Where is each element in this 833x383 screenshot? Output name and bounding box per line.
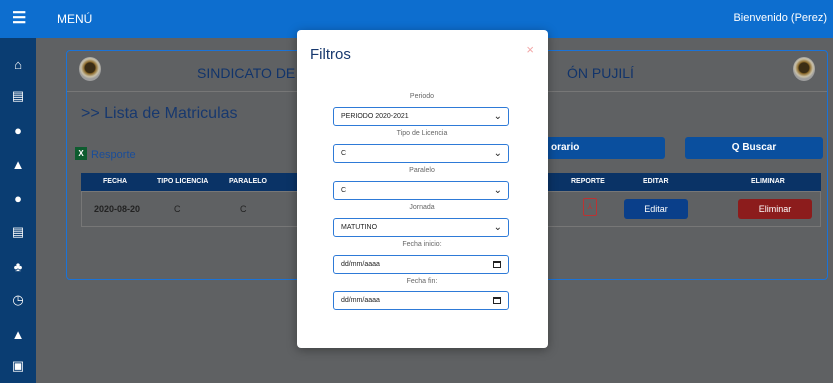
fecha-inicio-label: Fecha inicio: [402,241,442,248]
sidebar-item-students[interactable]: ● [0,180,36,216]
graduation-icon: ▲ [11,156,25,172]
col-eliminar: ELIMINAR [751,178,785,185]
fecha-fin-value: dd/mm/aaaa [341,297,380,304]
paralelo-value: C [341,187,347,194]
sidebar-item-schedule[interactable]: ◷ [0,282,36,318]
sidebar: ⌂ ▤ ● ▲ ● ▤ ♣ ◷ ▲ ▣ [0,38,36,383]
cell-paralelo: C [240,204,247,214]
periodo-value: PERIODO 2020-2021 [341,113,409,120]
fecha-fin-input[interactable]: dd/mm/aaaa [333,291,509,310]
copy-2-icon: ▤ [11,224,25,239]
menu-icon[interactable]: ☰ [12,8,26,28]
fecha-inicio-input[interactable]: dd/mm/aaaa [333,255,509,274]
jornada-select[interactable]: MATUTINO ⌄ [333,218,509,237]
fecha-fin-label: Fecha fin: [406,278,438,285]
header-title-right: ÓN PUJILÍ [567,65,634,81]
search-button[interactable]: Q Buscar [685,137,823,159]
col-fecha: FECHA [103,178,128,185]
menu-label[interactable]: MENÚ [57,12,92,26]
edit-button[interactable]: Editar [624,199,688,219]
sidebar-item-courses[interactable]: ▲ [0,146,36,182]
copy-icon: ▤ [11,88,25,103]
periodo-select[interactable]: PERIODO 2020-2021 ⌄ [333,107,509,126]
chevron-down-icon: ⌄ [493,111,502,122]
col-editar: EDITAR [643,178,669,185]
paralelo-label: Paralelo [409,167,435,174]
user-2-icon: ● [14,190,22,206]
sidebar-item-users[interactable]: ● [0,112,36,148]
cell-fecha: 2020-08-20 [94,204,141,214]
tipo-licencia-value: C [341,150,347,157]
group-icon: ♣ [13,258,23,274]
sidebar-item-gallery[interactable]: ▣ [0,348,36,383]
clock-icon: ◷ [12,292,24,307]
excel-icon[interactable]: X [75,147,87,160]
sidebar-item-groups[interactable]: ♣ [0,248,36,284]
filters-modal: Filtros × Periodo PERIODO 2020-2021 ⌄ Ti… [297,30,548,348]
home-icon: ⌂ [14,56,22,72]
union-logo-left [79,57,101,81]
col-reporte: REPORTE [571,178,605,185]
col-tipo-licencia: TIPO LICENCIA [157,178,209,185]
image-icon: ▣ [11,358,25,373]
sidebar-item-files[interactable]: ▤ [0,214,36,250]
welcome-user[interactable]: Bienvenido (Perez) [733,12,827,24]
page-title: >> Lista de Matriculas [81,105,238,122]
periodo-label: Periodo [409,93,435,100]
chevron-down-icon: ⌄ [493,148,502,159]
cell-tipo: C [174,204,181,214]
report-link[interactable]: Resporte [91,149,136,161]
chevron-down-icon: ⌄ [493,222,502,233]
sidebar-item-reports[interactable]: ▲ [0,316,36,352]
pdf-icon[interactable]: ⅄ [583,198,597,216]
union-logo-right [793,57,815,81]
user-icon: ● [14,122,22,138]
modal-title: Filtros [310,46,351,63]
chart-icon: ▲ [11,326,25,342]
schedule-button[interactable]: orario [537,137,665,159]
paralelo-select[interactable]: C ⌄ [333,181,509,200]
header-title-left: SINDICATO DE [197,65,296,81]
jornada-value: MATUTINO [341,224,378,231]
calendar-icon[interactable] [493,261,501,268]
close-icon[interactable]: × [526,42,534,57]
sidebar-item-documents[interactable]: ▤ [0,78,36,114]
sidebar-item-home[interactable]: ⌂ [0,46,36,82]
calendar-icon[interactable] [493,297,501,304]
tipo-licencia-label: Tipo de Licencia [396,130,448,137]
col-paralelo: PARALELO [229,178,267,185]
tipo-licencia-select[interactable]: C ⌄ [333,144,509,163]
jornada-label: Jornada [409,204,435,211]
fecha-inicio-value: dd/mm/aaaa [341,261,380,268]
chevron-down-icon: ⌄ [493,185,502,196]
delete-button[interactable]: Eliminar [738,199,812,219]
